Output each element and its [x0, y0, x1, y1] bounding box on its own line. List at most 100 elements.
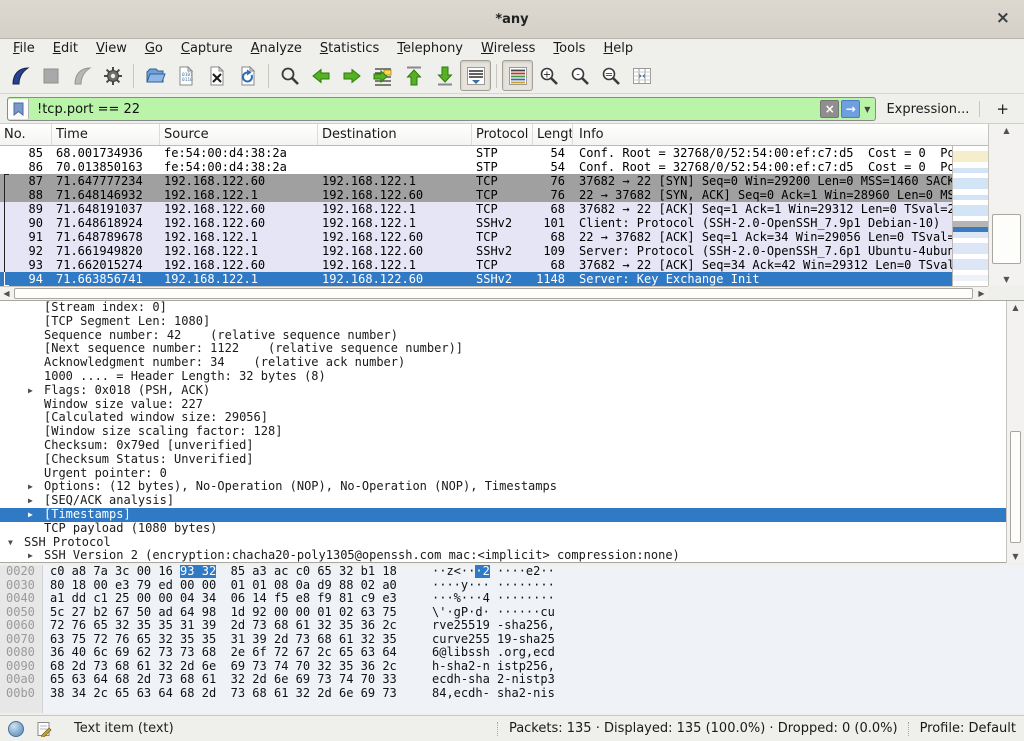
display-filter-box[interactable]: × → ▼: [7, 97, 876, 121]
go-back-button[interactable]: [305, 60, 336, 91]
menu-statistics[interactable]: Statistics: [311, 39, 388, 58]
restart-capture-button[interactable]: [66, 60, 97, 91]
menu-tools[interactable]: Tools: [544, 39, 594, 58]
menu-view[interactable]: View: [87, 39, 136, 58]
detail-line[interactable]: [Checksum Status: Unverified]: [0, 453, 1006, 467]
detail-line[interactable]: [Calculated window size: 29056]: [0, 411, 1006, 425]
hex-row-00b0[interactable]: 00b038 34 2c 65 63 64 68 2d 73 68 61 32 …: [0, 687, 1024, 701]
detail-line[interactable]: 1000 .... = Header Length: 32 bytes (8): [0, 370, 1006, 384]
zoom-in-button[interactable]: +: [533, 60, 564, 91]
menu-capture[interactable]: Capture: [172, 39, 242, 58]
go-to-packet-button[interactable]: [367, 60, 398, 91]
filter-clear-button[interactable]: ×: [820, 100, 839, 118]
packet-list-vertical-scrollbar[interactable]: ▲ ▼: [988, 124, 1024, 286]
zoom-reset-button[interactable]: =: [595, 60, 626, 91]
packet-row-94[interactable]: 9471.663856741192.168.122.1192.168.122.6…: [0, 272, 952, 286]
zoom-out-button[interactable]: -: [564, 60, 595, 91]
profile-status[interactable]: Profile: Default: [920, 721, 1016, 736]
hex-row-0040[interactable]: 0040a1 dd c1 25 00 00 04 34 06 14 f5 e8 …: [0, 592, 1024, 606]
go-first-button[interactable]: [398, 60, 429, 91]
detail-line[interactable]: Window size value: 227: [0, 398, 1006, 412]
detail-line[interactable]: ▶Flags: 0x018 (PSH, ACK): [0, 384, 1006, 398]
filter-apply-button[interactable]: →: [841, 100, 860, 118]
scrollbar-thumb[interactable]: [992, 214, 1021, 264]
hex-row-0070[interactable]: 007063 75 72 76 65 32 35 35 31 39 2d 73 …: [0, 633, 1024, 647]
hex-row-0060[interactable]: 006072 76 65 32 35 35 31 39 2d 73 68 61 …: [0, 619, 1024, 633]
detail-line[interactable]: ▶Options: (12 bytes), No-Operation (NOP)…: [0, 480, 1006, 494]
hex-row-00a0[interactable]: 00a065 63 64 68 2d 73 68 61 32 2d 6e 69 …: [0, 673, 1024, 687]
display-filter-input[interactable]: [35, 101, 820, 118]
capture-comment-button[interactable]: [36, 721, 52, 737]
open-file-button[interactable]: [139, 60, 170, 91]
stop-capture-button[interactable]: [35, 60, 66, 91]
packet-row-92[interactable]: 9271.661949820192.168.122.1192.168.122.6…: [0, 244, 952, 258]
filter-add-button[interactable]: +: [988, 100, 1017, 118]
menu-edit[interactable]: Edit: [44, 39, 87, 58]
column-header-source[interactable]: Source: [160, 124, 318, 145]
hex-row-0030[interactable]: 003080 18 00 e3 79 ed 00 00 01 01 08 0a …: [0, 579, 1024, 593]
scroll-up-icon[interactable]: ▲: [1007, 301, 1024, 314]
column-header-time[interactable]: Time: [52, 124, 160, 145]
menu-help[interactable]: Help: [594, 39, 642, 58]
hex-row-0020[interactable]: 0020c0 a8 7a 3c 00 16 93 32 85 a3 ac c0 …: [0, 565, 1024, 579]
packet-bytes-pane[interactable]: 0020c0 a8 7a 3c 00 16 93 32 85 a3 ac c0 …: [0, 565, 1024, 713]
save-file-button[interactable]: 01010110: [170, 60, 201, 91]
scroll-down-icon[interactable]: ▼: [1007, 550, 1024, 563]
filter-dropdown-caret[interactable]: ▼: [862, 105, 872, 114]
detail-line[interactable]: TCP payload (1080 bytes): [0, 522, 1006, 536]
detail-line[interactable]: Acknowledgment number: 34 (relative ack …: [0, 356, 1006, 370]
menu-analyze[interactable]: Analyze: [242, 39, 311, 58]
find-packet-button[interactable]: [274, 60, 305, 91]
detail-line[interactable]: Sequence number: 42 (relative sequence n…: [0, 329, 1006, 343]
title-bar[interactable]: *any ×: [0, 0, 1024, 39]
go-forward-button[interactable]: [336, 60, 367, 91]
scroll-left-icon[interactable]: ◀: [0, 287, 13, 300]
detail-line[interactable]: ▶[Timestamps]: [0, 508, 1006, 522]
capture-options-button[interactable]: [97, 60, 128, 91]
detail-line[interactable]: Checksum: 0x79ed [unverified]: [0, 439, 1006, 453]
column-header-destination[interactable]: Destination: [318, 124, 472, 145]
menu-wireless[interactable]: Wireless: [472, 39, 544, 58]
packet-row-93[interactable]: 9371.662015274192.168.122.60192.168.122.…: [0, 258, 952, 272]
menu-telephony[interactable]: Telephony: [388, 39, 472, 58]
column-header-length[interactable]: Length: [533, 124, 573, 145]
detail-line[interactable]: [Stream index: 0]: [0, 301, 1006, 315]
scroll-right-icon[interactable]: ▶: [975, 287, 988, 300]
start-capture-button[interactable]: [4, 60, 35, 91]
packet-list-minimap[interactable]: [952, 146, 989, 286]
expander-closed-icon[interactable]: ▶: [28, 494, 33, 508]
hex-row-0050[interactable]: 00505c 27 b2 67 50 ad 64 98 1d 92 00 00 …: [0, 606, 1024, 620]
expander-closed-icon[interactable]: ▶: [28, 549, 33, 563]
column-header-protocol[interactable]: Protocol: [472, 124, 533, 145]
expander-open-icon[interactable]: ▼: [8, 536, 13, 550]
detail-line[interactable]: [Window size scaling factor: 128]: [0, 425, 1006, 439]
column-header-info[interactable]: Info: [573, 124, 1006, 145]
scroll-down-icon[interactable]: ▼: [989, 273, 1024, 286]
packet-row-88[interactable]: 8871.648146932192.168.122.1192.168.122.6…: [0, 188, 952, 202]
resize-columns-button[interactable]: [626, 60, 657, 91]
detail-line[interactable]: ▼SSH Protocol: [0, 536, 1006, 550]
expander-closed-icon[interactable]: ▶: [28, 508, 33, 522]
menu-file[interactable]: File: [4, 39, 44, 58]
packet-row-86[interactable]: 8670.013850163fe:54:00:d4:38:2aSTP54Conf…: [0, 160, 952, 174]
expander-closed-icon[interactable]: ▶: [28, 480, 33, 494]
packet-row-85[interactable]: 8568.001734936fe:54:00:d4:38:2aSTP54Conf…: [0, 146, 952, 160]
auto-scroll-button[interactable]: [460, 60, 491, 91]
packet-row-87[interactable]: 8771.647777234192.168.122.60192.168.122.…: [0, 174, 952, 188]
go-last-button[interactable]: [429, 60, 460, 91]
expander-closed-icon[interactable]: ▶: [28, 384, 33, 398]
reload-file-button[interactable]: [232, 60, 263, 91]
scrollbar-thumb[interactable]: [1010, 431, 1021, 543]
expression-button[interactable]: Expression...: [884, 102, 971, 117]
detail-line[interactable]: ▶[SEQ/ACK analysis]: [0, 494, 1006, 508]
expert-info-icon[interactable]: [8, 721, 24, 737]
menu-go[interactable]: Go: [136, 39, 172, 58]
close-file-button[interactable]: [201, 60, 232, 91]
detail-vertical-scrollbar[interactable]: ▲ ▼: [1006, 301, 1024, 563]
hex-row-0090[interactable]: 009068 2d 73 68 61 32 2d 6e 69 73 74 70 …: [0, 660, 1024, 674]
filter-bookmark-button[interactable]: [8, 99, 29, 119]
detail-line[interactable]: Urgent pointer: 0: [0, 467, 1006, 481]
hex-row-0080[interactable]: 008036 40 6c 69 62 73 73 68 2e 6f 72 67 …: [0, 646, 1024, 660]
packet-row-90[interactable]: 9071.648618924192.168.122.60192.168.122.…: [0, 216, 952, 230]
detail-line[interactable]: [Next sequence number: 1122 (relative se…: [0, 342, 1006, 356]
